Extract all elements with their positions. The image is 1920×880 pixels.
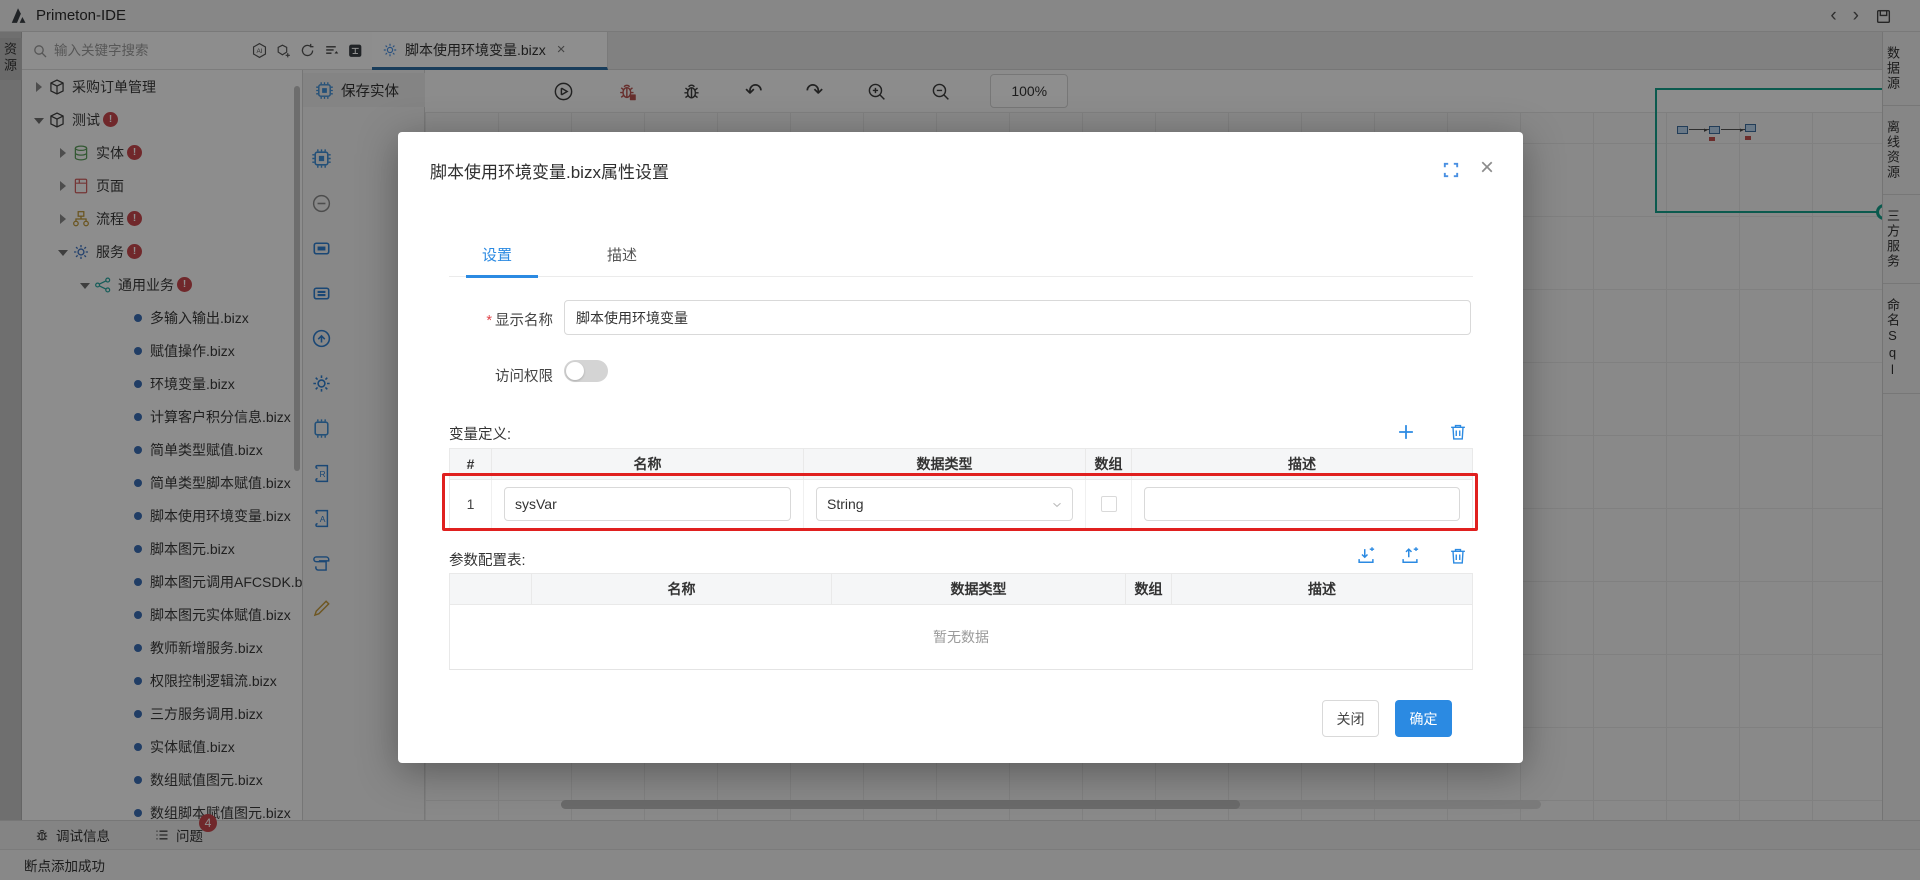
column-header bbox=[450, 574, 532, 604]
column-header: 名称 bbox=[532, 574, 832, 604]
tab-description[interactable]: 描述 bbox=[607, 244, 637, 265]
column-header: 数组 bbox=[1086, 449, 1132, 479]
column-header: 描述 bbox=[1132, 449, 1472, 479]
data-type-value: String bbox=[827, 496, 864, 512]
export-params-icon[interactable] bbox=[1400, 546, 1420, 566]
variables-table-header: #名称数据类型数组描述 bbox=[450, 449, 1472, 480]
row-index: 1 bbox=[450, 480, 492, 528]
delete-params-icon[interactable] bbox=[1448, 546, 1468, 566]
close-icon[interactable]: × bbox=[1480, 154, 1494, 182]
primeton-ide-window: Primeton-IDE ‹ › 资源 AI 脚本使用环境变量.bizx × bbox=[0, 0, 1920, 880]
params-table-header: 名称数据类型数组描述 bbox=[450, 574, 1472, 605]
variable-desc-input[interactable] bbox=[1144, 487, 1460, 521]
params-table: 名称数据类型数组描述 暂无数据 bbox=[449, 573, 1473, 670]
column-header: 数据类型 bbox=[804, 449, 1086, 479]
params-section-label: 参数配置表: bbox=[449, 549, 526, 570]
tab-divider bbox=[449, 276, 1473, 277]
access-toggle[interactable] bbox=[564, 360, 608, 382]
import-params-icon[interactable] bbox=[1356, 546, 1376, 566]
column-header: 数组 bbox=[1126, 574, 1172, 604]
access-label: 访问权限 bbox=[398, 365, 553, 386]
chevron-down-icon bbox=[1050, 498, 1064, 512]
toggle-knob bbox=[566, 362, 584, 380]
display-name-label: *显示名称 bbox=[398, 309, 553, 330]
active-tab-indicator bbox=[466, 275, 538, 278]
ok-button[interactable]: 确定 bbox=[1395, 700, 1452, 737]
data-type-select[interactable]: String bbox=[816, 487, 1073, 521]
variables-table-body: 1 String bbox=[450, 480, 1472, 528]
column-header: 名称 bbox=[492, 449, 804, 479]
variable-name-input[interactable] bbox=[504, 487, 791, 521]
variable-row: 1 String bbox=[450, 480, 1472, 528]
array-checkbox[interactable] bbox=[1101, 496, 1117, 512]
column-header: 描述 bbox=[1172, 574, 1472, 604]
display-name-input[interactable] bbox=[564, 300, 1471, 335]
column-header: 数据类型 bbox=[832, 574, 1126, 604]
empty-data-text: 暂无数据 bbox=[450, 605, 1472, 669]
required-mark: * bbox=[486, 313, 492, 329]
close-button[interactable]: 关闭 bbox=[1322, 700, 1379, 737]
delete-variable-icon[interactable] bbox=[1448, 422, 1468, 442]
variables-section-label: 变量定义: bbox=[449, 423, 511, 444]
fullscreen-icon[interactable] bbox=[1442, 161, 1460, 179]
properties-modal: 脚本使用环境变量.bizx属性设置 × 设置 描述 *显示名称 访问权限 变量定… bbox=[398, 132, 1523, 763]
modal-title: 脚本使用环境变量.bizx属性设置 bbox=[430, 158, 669, 183]
add-variable-icon[interactable] bbox=[1396, 422, 1416, 442]
tab-settings[interactable]: 设置 bbox=[482, 244, 512, 265]
variables-table: #名称数据类型数组描述 1 String bbox=[449, 448, 1473, 529]
column-header: # bbox=[450, 449, 492, 479]
